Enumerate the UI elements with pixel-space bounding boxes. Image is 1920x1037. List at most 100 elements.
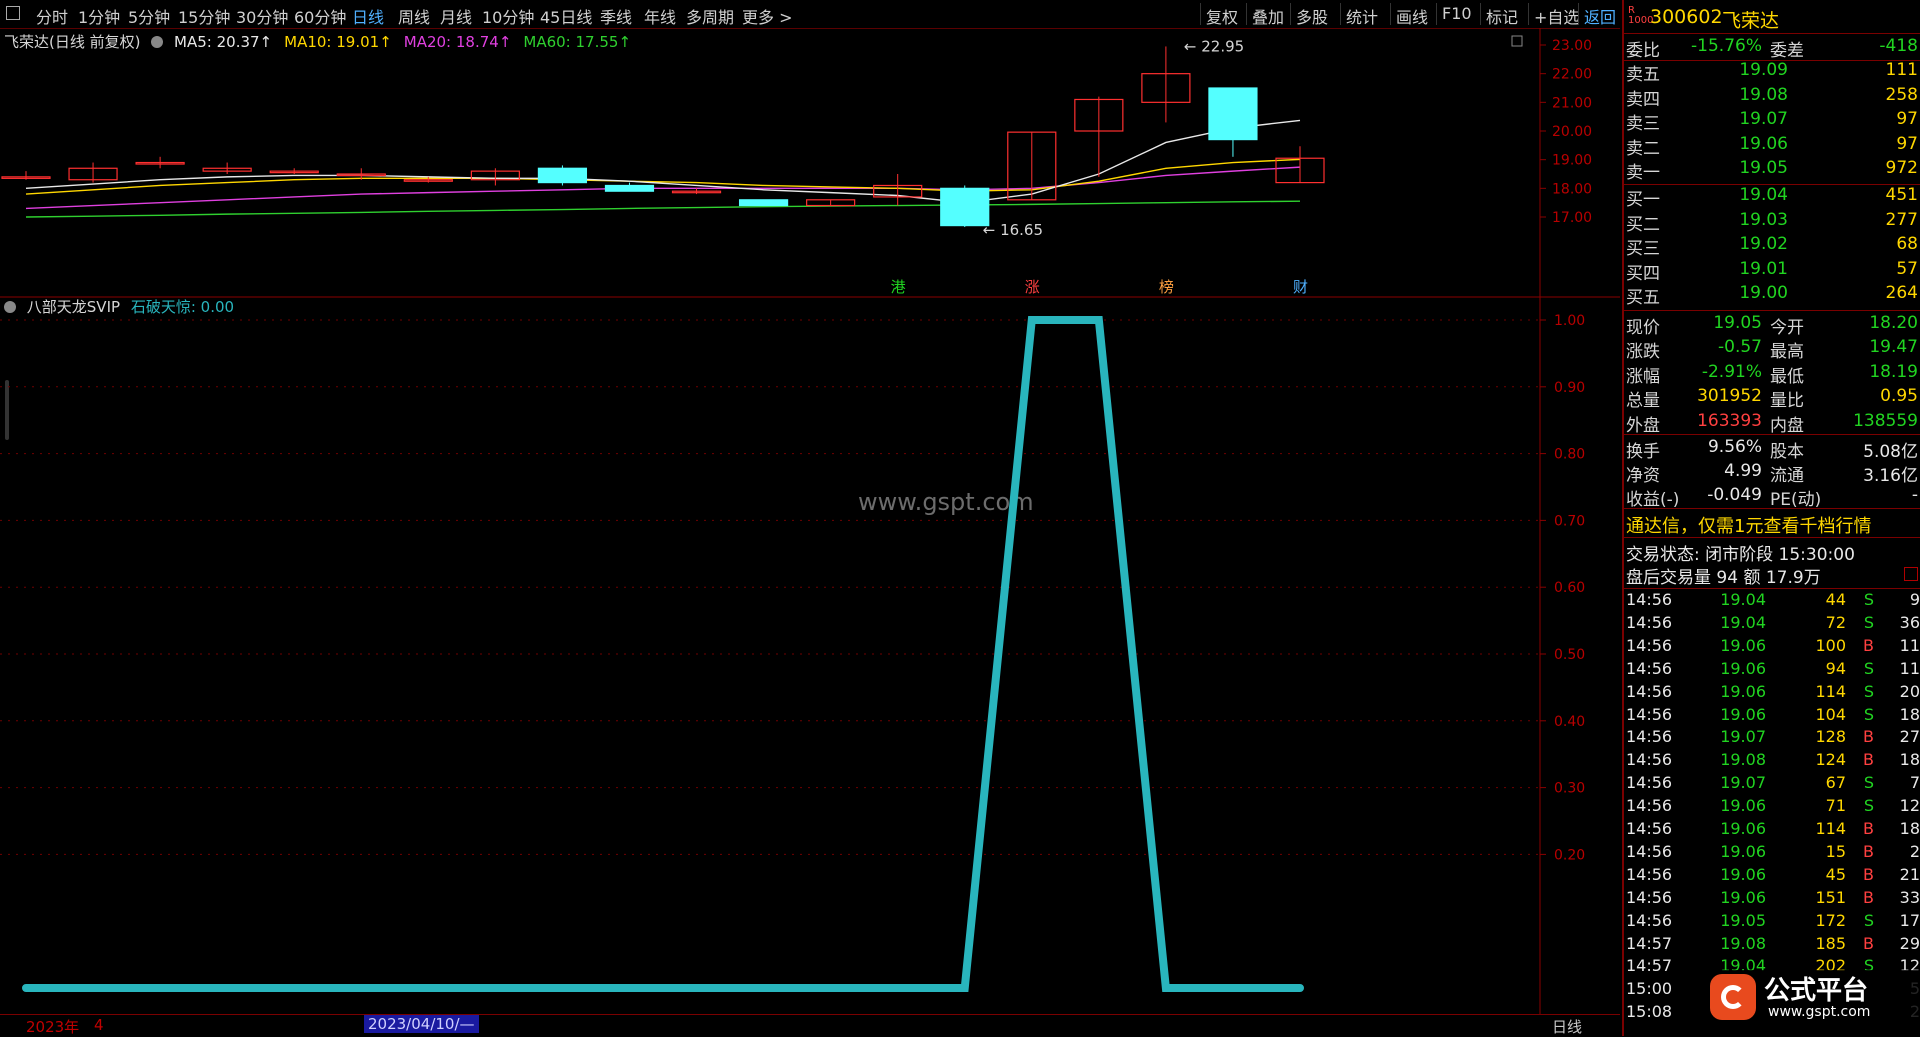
calendar-icon[interactable]: [1904, 567, 1918, 581]
tick-side: B: [1863, 819, 1874, 838]
tick-row: 14:56 19.06 104 S 18: [1624, 705, 1920, 728]
tick-row: 14:56 19.06 114 S 20: [1624, 682, 1920, 705]
tick-side: S: [1863, 796, 1874, 816]
period-tab[interactable]: 10分钟: [482, 4, 534, 28]
period-tab[interactable]: 更多 >: [742, 4, 793, 28]
tick-volume: 45: [1825, 864, 1846, 884]
weibi-value: -15.76%: [1691, 36, 1762, 56]
fund-label: 收益(-): [1626, 490, 1680, 510]
tick-price: 19.06: [1720, 819, 1766, 838]
level-label: 买五: [1626, 288, 1660, 309]
ask-row[interactable]: 卖三 19.07 97: [1624, 109, 1920, 134]
indicator-tick-label: 0.20: [1554, 847, 1585, 863]
toolbar-button[interactable]: F10: [1442, 4, 1472, 23]
stat-label: 最高: [1770, 342, 1804, 363]
bid-row[interactable]: 买二 19.03 277: [1624, 209, 1920, 235]
toolbar-separator: [1390, 3, 1391, 25]
period-tab[interactable]: 周线: [398, 4, 430, 28]
candle-body: [537, 167, 588, 184]
period-tab[interactable]: 月线: [440, 4, 472, 28]
period-tab[interactable]: 30分钟: [236, 4, 288, 28]
period-tab[interactable]: 5分钟: [128, 4, 170, 28]
bid-row[interactable]: 买一 19.04 451: [1624, 185, 1920, 210]
tick-time: 14:56: [1626, 704, 1673, 724]
tick-count: 21: [1899, 864, 1920, 884]
tick-volume: 67: [1825, 773, 1846, 793]
toolbar-button[interactable]: 画线: [1396, 4, 1428, 28]
tick-price: 19.06: [1720, 887, 1766, 907]
promo-link[interactable]: 通达信，仅需1元查看千档行情: [1626, 512, 1871, 538]
toolbar-button[interactable]: +自选: [1534, 4, 1579, 28]
footer-period[interactable]: 日线: [1552, 1016, 1582, 1037]
tick-count: 20: [1899, 681, 1920, 701]
toolbar-separator: [1578, 3, 1579, 25]
high-label: ← 22.95: [1184, 37, 1244, 55]
ask-row[interactable]: 卖五 19.09 111: [1624, 60, 1920, 85]
period-tab[interactable]: 15分钟: [178, 4, 230, 28]
toolbar-button[interactable]: 叠加: [1252, 4, 1284, 28]
tick-count: 12: [1899, 796, 1920, 816]
toolbar-separator: [1436, 3, 1437, 25]
ask-row[interactable]: 卖一 19.05 972: [1624, 158, 1920, 183]
bid-row[interactable]: 买五 19.00 264: [1624, 283, 1920, 309]
toolbar-separator: [1246, 3, 1247, 25]
ma20-line: [25, 166, 1301, 210]
stat-value: 18.19: [1869, 361, 1918, 382]
indicator-tick-label: 0.50: [1554, 647, 1585, 663]
bid-row[interactable]: 买三 19.02 68: [1624, 234, 1920, 259]
weicha-value: -418: [1879, 36, 1918, 56]
tick-side: B: [1863, 727, 1874, 747]
period-tab[interactable]: 1分钟: [78, 4, 120, 28]
tick-time: 14:57: [1626, 956, 1673, 976]
stat-value: 163393: [1697, 410, 1762, 431]
toolbar-separator: [1290, 3, 1291, 25]
layout-icon: [1511, 35, 1523, 47]
level-price: 19.03: [1739, 209, 1788, 230]
stock-name[interactable]: 飞荣达: [1722, 6, 1779, 33]
gspt-logo-url: www.gspt.com: [1768, 1004, 1871, 1020]
ask-row[interactable]: 卖四 19.08 258: [1624, 85, 1920, 110]
toolbar-button[interactable]: 复权: [1206, 4, 1238, 28]
tick-time: 15:00: [1626, 979, 1673, 999]
bid-row[interactable]: 买四 19.01 57: [1624, 259, 1920, 284]
toolbar-button[interactable]: 返回: [1584, 4, 1616, 28]
tick-volume: 71: [1825, 796, 1846, 816]
stock-code[interactable]: 300602: [1650, 6, 1723, 28]
cursor-date: 2023/04/10/—: [364, 1015, 479, 1033]
period-tab[interactable]: 年线: [644, 4, 676, 28]
tick-side: B: [1863, 887, 1874, 907]
tick-volume: 72: [1825, 612, 1846, 632]
tick-side: B: [1863, 864, 1874, 884]
stat-row: 涨幅 -2.91% 最低 18.19: [1624, 361, 1920, 387]
period-tab[interactable]: 多周期: [686, 4, 734, 28]
tick-time: 14:56: [1626, 635, 1673, 655]
tick-time: 14:56: [1626, 612, 1673, 632]
tick-price: 19.06: [1720, 658, 1766, 678]
period-tab[interactable]: 45日线: [540, 4, 592, 28]
stat-row: 现价 19.05 今开 18.20: [1624, 313, 1920, 338]
toolbar-button[interactable]: 多股: [1296, 4, 1328, 28]
quote-panel: R 1000 300602 飞荣达 委比 -15.76% 委差 -418 卖五 19…: [1622, 0, 1920, 1036]
kline-chart[interactable]: 飞荣达(日线 前复权) MA5: 20.37↑ MA10: 19.01↑ MA20:…: [0, 28, 1620, 298]
period-tab[interactable]: 日线: [352, 4, 384, 28]
period-tab[interactable]: 分时: [36, 4, 68, 28]
tick-volume: 185: [1815, 933, 1846, 953]
ask-row[interactable]: 卖二 19.06 97: [1624, 134, 1920, 159]
window-icon[interactable]: [6, 6, 20, 20]
toolbar-button[interactable]: 标记: [1486, 4, 1518, 28]
fund-value: 3.16亿: [1863, 466, 1918, 486]
period-tab[interactable]: 60分钟: [294, 4, 346, 28]
kline-svg: 23.00 22.00 21.00 20.00 19.00 18.00 17.00 ← 22.…: [0, 28, 1620, 298]
price-tick-label: 19.00: [1552, 153, 1592, 169]
tick-price: 19.08: [1720, 933, 1766, 953]
tick-price: 19.07: [1720, 727, 1766, 747]
price-tick-label: 22.00: [1552, 67, 1592, 83]
tick-row: 14:56 19.06 71 S 12: [1624, 796, 1920, 819]
toolbar-button[interactable]: 统计: [1346, 4, 1378, 28]
level-label: 买四: [1626, 263, 1660, 284]
period-tab[interactable]: 季线: [600, 4, 632, 28]
indicator-pane[interactable]: 八部天龙SVIP 石破天惊: 0.00 www.gspt.com 1.00 0.9…: [0, 298, 1620, 1016]
fund-label: 股本: [1770, 442, 1804, 462]
tick-volume: 44: [1825, 590, 1846, 609]
tick-side: B: [1863, 841, 1874, 861]
